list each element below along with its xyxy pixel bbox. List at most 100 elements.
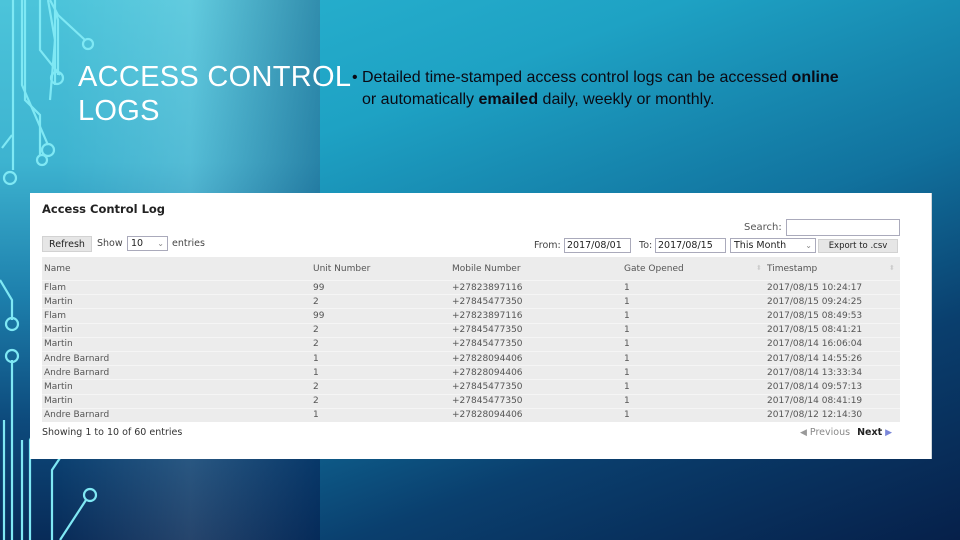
column-header-name[interactable]: Name (42, 264, 313, 274)
cell-gate-opened: 1 (624, 325, 630, 336)
bullet-bold-online: online (791, 69, 839, 86)
cell-unit-number: 1 (313, 353, 319, 364)
sort-icon[interactable]: ⬍ (756, 264, 762, 272)
panel-title: Access Control Log (42, 202, 166, 216)
from-date-input[interactable]: 2017/08/01 (564, 238, 631, 253)
search-input[interactable] (786, 219, 900, 236)
cell-timestamp: 2017/08/14 14:55:26 (767, 353, 863, 364)
entries-label: entries (172, 238, 205, 249)
bullet-text-part2: or automatically (362, 91, 479, 108)
bullet-point: • Detailed time-stamped access control l… (352, 67, 942, 111)
cell-gate-opened: 1 (624, 367, 630, 378)
table-row[interactable]: Andre Barnard 1 +27828094406 1 2017/08/14 14… (42, 350, 900, 365)
cell-name: Flam (44, 310, 66, 321)
cell-timestamp: 2017/08/12 12:14:30 (767, 410, 863, 421)
cell-unit-number: 99 (313, 310, 325, 321)
cell-mobile-number: +27845477350 (452, 325, 523, 336)
cell-unit-number: 2 (313, 339, 319, 350)
cell-name: Andre Barnard (44, 410, 110, 421)
cell-unit-number: 2 (313, 381, 319, 392)
cell-name: Flam (44, 282, 66, 293)
slide-title-line2: LOGS (78, 95, 160, 127)
bullet-dot-icon: • (352, 69, 358, 86)
period-select[interactable]: This Month ⌄ (730, 238, 816, 253)
table-row[interactable]: Martin 2 +27845477350 1 2017/08/15 08:41:21 (42, 322, 900, 337)
cell-gate-opened: 1 (624, 353, 630, 364)
cell-gate-opened: 1 (624, 410, 630, 421)
cell-gate-opened: 1 (624, 282, 630, 293)
bullet-text-part3: daily, weekly or monthly. (538, 91, 715, 108)
table-row[interactable]: Flam 99 +27823897116 1 2017/08/15 10:24:17 (42, 280, 900, 294)
column-header-gate-opened[interactable]: Gate Opened (624, 264, 767, 274)
cell-mobile-number: +27823897116 (452, 282, 523, 293)
table-row[interactable]: Andre Barnard 1 +27828094406 1 2017/08/14 13… (42, 365, 900, 379)
cell-mobile-number: +27845477350 (452, 339, 523, 350)
cell-unit-number: 2 (313, 396, 319, 407)
table-body: Flam 99 +27823897116 1 2017/08/15 10:24:17 Ma… (42, 280, 900, 422)
cell-mobile-number: +27845477350 (452, 381, 523, 392)
column-header-unit-number[interactable]: Unit Number (313, 264, 452, 274)
previous-arrow-icon[interactable]: ◀ (800, 428, 807, 438)
cell-timestamp: 2017/08/15 09:24:25 (767, 296, 863, 307)
cell-name: Martin (44, 339, 73, 350)
cell-gate-opened: 1 (624, 310, 630, 321)
table-info: Showing 1 to 10 of 60 entries (42, 427, 183, 438)
cell-unit-number: 99 (313, 282, 325, 293)
cell-unit-number: 1 (313, 367, 319, 378)
cell-timestamp: 2017/08/14 13:33:34 (767, 367, 863, 378)
previous-button[interactable]: Previous (810, 427, 850, 438)
bullet-text-part1: Detailed time-stamped access control log… (362, 69, 792, 86)
chevron-down-icon: ⌄ (805, 241, 812, 250)
cell-mobile-number: +27845477350 (452, 396, 523, 407)
pagination: ◀ Previous Next ▶ (800, 427, 892, 438)
slide-title-line1: ACCESS CONTROL (78, 61, 352, 93)
cell-timestamp: 2017/08/15 10:24:17 (767, 282, 863, 293)
chevron-down-icon: ⌄ (157, 239, 164, 248)
to-date-input[interactable]: 2017/08/15 (655, 238, 726, 253)
table-row[interactable]: Martin 2 +27845477350 1 2017/08/15 09:24:25 (42, 294, 900, 308)
search-label: Search: (744, 222, 782, 233)
cell-timestamp: 2017/08/14 16:06:04 (767, 339, 863, 350)
table-row[interactable]: Martin 2 +27845477350 1 2017/08/14 08:41:19 (42, 393, 900, 408)
cell-timestamp: 2017/08/15 08:49:53 (767, 310, 863, 321)
cell-name: Martin (44, 381, 73, 392)
cell-timestamp: 2017/08/14 09:57:13 (767, 381, 863, 392)
cell-mobile-number: +27828094406 (452, 353, 523, 364)
column-header-mobile-number[interactable]: Mobile Number (452, 264, 624, 274)
table-row[interactable]: Flam 99 +27823897116 1 2017/08/15 08:49:53 (42, 308, 900, 322)
cell-unit-number: 2 (313, 325, 319, 336)
to-label: To: (639, 240, 653, 251)
cell-gate-opened: 1 (624, 339, 630, 350)
bullet-bold-emailed: emailed (478, 91, 539, 108)
page-size-select[interactable]: 10 ⌄ (127, 236, 168, 251)
column-header-timestamp[interactable]: Timestamp (767, 264, 900, 274)
cell-unit-number: 2 (313, 296, 319, 307)
table-row[interactable]: Martin 2 +27845477350 1 2017/08/14 16:06:04 (42, 336, 900, 351)
refresh-button[interactable]: Refresh (42, 236, 92, 252)
cell-gate-opened: 1 (624, 396, 630, 407)
cell-gate-opened: 1 (624, 381, 630, 392)
cell-name: Andre Barnard (44, 367, 110, 378)
next-button[interactable]: Next (857, 427, 882, 438)
cell-name: Martin (44, 325, 73, 336)
show-label: Show (97, 238, 123, 249)
cell-unit-number: 1 (313, 410, 319, 421)
slide-title: ACCESS CONTROL LOGS (78, 60, 351, 128)
access-control-log-panel: Access Control Log Search: Refresh Show … (30, 193, 932, 459)
table-row[interactable]: Andre Barnard 1 +27828094406 1 2017/08/12 12… (42, 407, 900, 422)
cell-timestamp: 2017/08/14 08:41:19 (767, 396, 863, 407)
next-arrow-icon[interactable]: ▶ (885, 428, 892, 438)
page-size-value: 10 (131, 238, 144, 249)
from-label: From: (534, 240, 561, 251)
cell-mobile-number: +27845477350 (452, 296, 523, 307)
cell-name: Andre Barnard (44, 353, 110, 364)
table-row[interactable]: Martin 2 +27845477350 1 2017/08/14 09:57:13 (42, 379, 900, 393)
sort-icon[interactable]: ⬍ (889, 264, 895, 272)
period-value: This Month (734, 240, 787, 251)
cell-timestamp: 2017/08/15 08:41:21 (767, 325, 863, 336)
cell-mobile-number: +27823897116 (452, 310, 523, 321)
circuit-node (2, 170, 18, 186)
table-header: Name Unit Number Mobile Number Gate Open… (42, 257, 900, 280)
cell-gate-opened: 1 (624, 296, 630, 307)
export-csv-button[interactable]: Export to .csv (818, 239, 898, 253)
